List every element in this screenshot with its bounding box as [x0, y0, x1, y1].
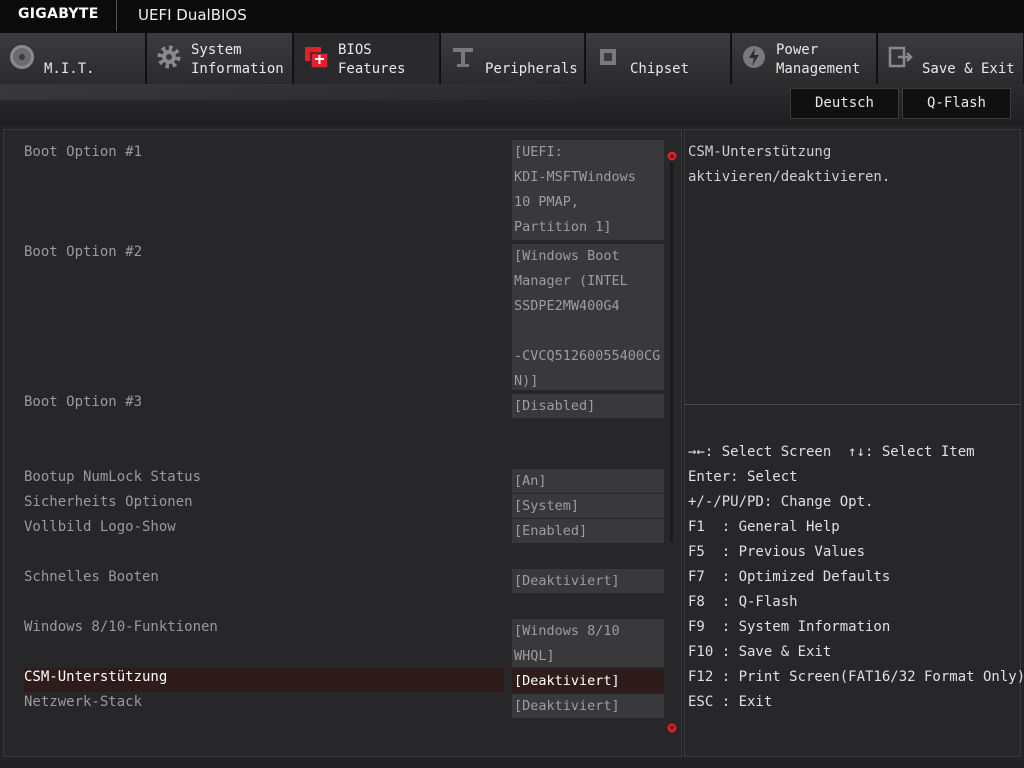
brand-logo: GIGABYTE — [18, 6, 99, 22]
tab-label: Chipset — [630, 61, 690, 77]
toolbar: Deutsch Q-Flash — [0, 84, 1024, 126]
tab-bios-features[interactable]: BIOS Features — [294, 33, 440, 84]
option-boot-option-2-label[interactable]: Boot Option #2 — [24, 240, 142, 265]
key-hint: Enter: Select — [688, 469, 798, 485]
option-boot-option-2-value[interactable]: [Windows Boot Manager (INTEL SSDPE2MW400G… — [512, 244, 664, 390]
key-hint: +/-/PU/PD: Change Opt. — [688, 494, 874, 510]
scroll-down-arrow-icon[interactable] — [667, 723, 677, 733]
tab-power-management[interactable]: Power Management — [732, 33, 877, 84]
tab-label: Peripherals — [485, 61, 578, 77]
option-numlock-label[interactable]: Bootup NumLock Status — [24, 465, 201, 490]
tab-save-exit[interactable]: Save & Exit — [878, 33, 1024, 84]
gear-icon — [157, 45, 181, 69]
option-windows-features-label[interactable]: Windows 8/10-Funktionen — [24, 615, 218, 640]
language-button[interactable]: Deutsch — [790, 88, 899, 119]
divider — [684, 404, 1021, 405]
option-logo-show-label[interactable]: Vollbild Logo-Show — [24, 515, 176, 540]
mit-icon — [10, 45, 34, 69]
key-hint: F1 : General Help — [688, 519, 840, 535]
key-hint: F12 : Print Screen(FAT16/32 Format Only) — [688, 669, 1024, 685]
key-hint: F9 : System Information — [688, 619, 891, 635]
tab-system-information[interactable]: System Information — [147, 33, 293, 84]
key-hint: ESC : Exit — [688, 694, 773, 710]
option-network-stack-value[interactable]: [Deaktiviert] — [512, 694, 664, 718]
key-hint: F5 : Previous Values — [688, 544, 866, 560]
tab-label: BIOS Features — [338, 42, 406, 77]
tab-label: M.I.T. — [44, 61, 95, 77]
help-description-line: aktivieren/deaktivieren. — [688, 169, 891, 185]
exit-icon — [888, 46, 913, 68]
key-hint: F7 : Optimized Defaults — [688, 569, 891, 585]
option-csm-support-label[interactable]: CSM-Unterstützung — [24, 665, 167, 690]
option-network-stack-label[interactable]: Netzwerk-Stack — [24, 690, 142, 715]
option-security-value[interactable]: [System] — [512, 494, 664, 518]
option-boot-option-3-value[interactable]: [Disabled] — [512, 394, 664, 418]
option-numlock-value[interactable]: [An] — [512, 469, 664, 493]
title-bar: GIGABYTE UEFI DualBIOS — [0, 0, 1024, 31]
tab-label: Power Management — [776, 42, 861, 77]
power-icon — [743, 46, 765, 68]
option-boot-option-1-value[interactable]: [UEFI: KDI-MSFTWindows 10 PMAP, Partition … — [512, 140, 664, 240]
option-security-label[interactable]: Sicherheits Optionen — [24, 490, 193, 515]
tab-bar: M.I.T. System Information BIOS Features Pe… — [0, 31, 1024, 84]
tab-label: Save & Exit — [922, 61, 1015, 77]
help-description-line: CSM-Unterstützung — [688, 144, 832, 160]
scroll-up-arrow-icon[interactable] — [667, 151, 677, 161]
divider — [116, 0, 117, 31]
peripherals-icon — [453, 48, 473, 67]
option-csm-support-value[interactable]: [Deaktiviert] — [512, 669, 664, 693]
option-boot-option-3-label[interactable]: Boot Option #3 — [24, 390, 142, 415]
bios-chip-icon — [305, 47, 329, 69]
option-fast-boot-label[interactable]: Schnelles Booten — [24, 565, 159, 590]
option-logo-show-value[interactable]: [Enabled] — [512, 519, 664, 543]
q-flash-button[interactable]: Q-Flash — [902, 88, 1011, 119]
key-hint: →←: Select Screen ↑↓: Select Item — [688, 444, 975, 460]
chipset-icon — [600, 49, 616, 65]
option-fast-boot-value[interactable]: [Deaktiviert] — [512, 569, 664, 593]
option-boot-option-1-label[interactable]: Boot Option #1 — [24, 140, 142, 165]
scrollbar[interactable] — [670, 162, 673, 542]
option-windows-features-value[interactable]: [Windows 8/10 WHQL] — [512, 619, 664, 667]
key-hint: F8 : Q-Flash — [688, 594, 798, 610]
tab-peripherals[interactable]: Peripherals — [441, 33, 585, 84]
key-hint: F10 : Save & Exit — [688, 644, 832, 660]
tab-mit[interactable]: M.I.T. — [0, 33, 146, 84]
app-title: UEFI DualBIOS — [138, 6, 247, 24]
tab-label: System Information — [191, 42, 284, 77]
tab-chipset[interactable]: Chipset — [586, 33, 731, 84]
